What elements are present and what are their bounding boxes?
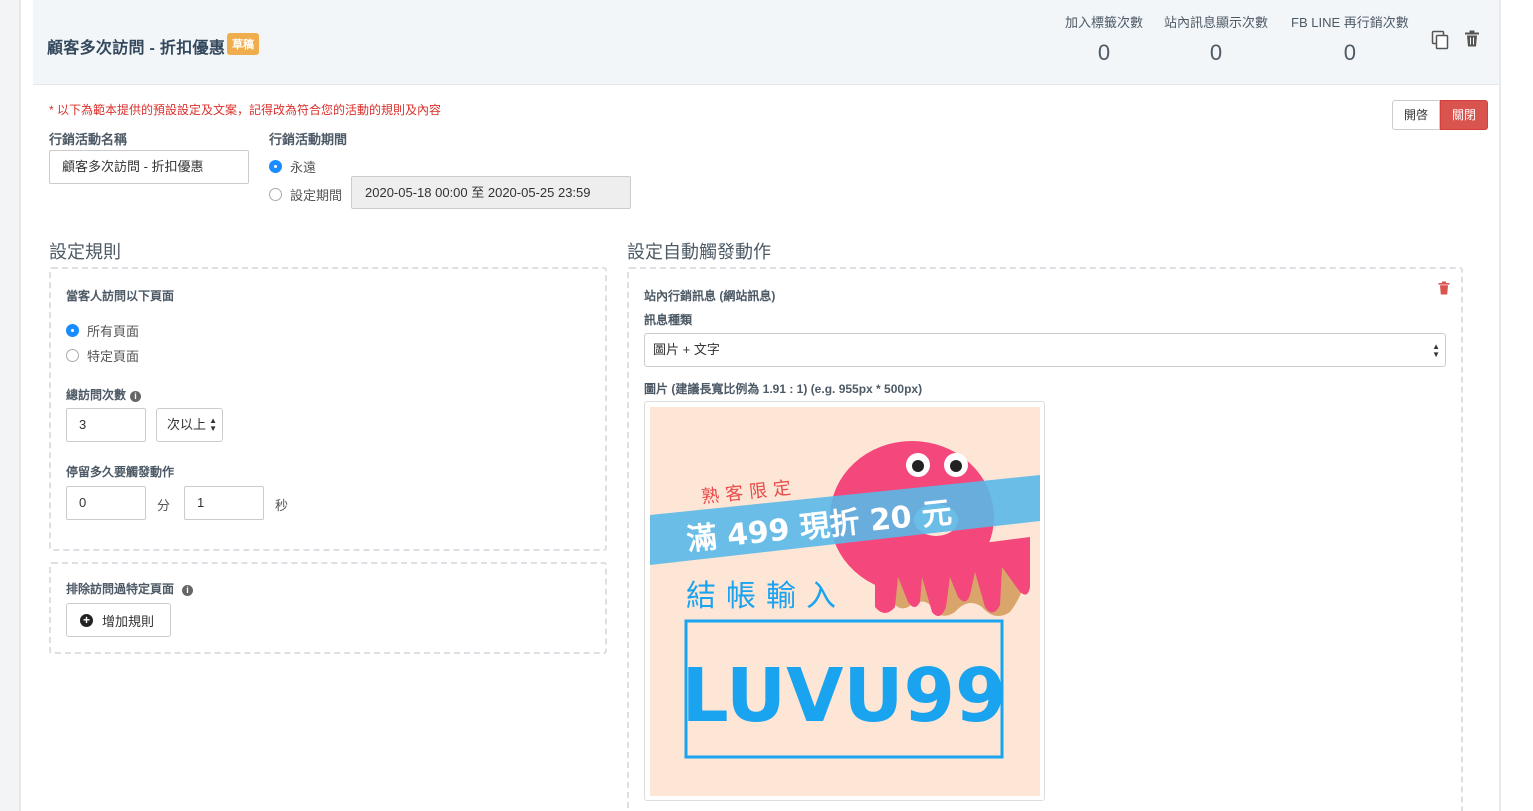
stat-label: 站內訊息顯示次數 [1164,15,1269,30]
select-value: 圖片 + 文字 [653,342,720,357]
trash-icon[interactable] [1438,281,1450,298]
draft-badge: 草稿 [227,33,259,55]
status-toggle: 開啓 關閉 [1392,100,1489,130]
stat-onsite-messages: 站內訊息顯示次數 0 [1164,12,1268,66]
visits-qualifier-select[interactable]: 次以上 ▲ ▼ [156,408,223,442]
campaign-header[interactable]: 顧客多次訪問 - 折扣優惠 草稿 加入標籤次數 0 站內訊息顯示次數 0 FB … [33,0,1499,85]
campaign-title: 顧客多次訪問 - 折扣優惠 [47,40,226,57]
select-arrows-icon: ▲ ▼ [1432,342,1440,359]
add-rule-label: 增加規則 [102,613,155,629]
copy-icon[interactable] [1431,30,1449,50]
total-visits-label: 總訪問次數 i [66,386,142,403]
all-pages-option[interactable]: 所有頁面 [66,321,139,340]
stat-label: 加入標籤次數 [1065,15,1144,30]
stay-seconds-input[interactable]: 1 [184,486,264,520]
radio-label: 設定期間 [290,188,343,203]
stay-minutes-input[interactable]: 0 [66,486,146,520]
add-rule-button[interactable]: + 增加規則 [66,603,171,637]
campaign-name-input[interactable]: 顧客多次訪問 - 折扣優惠 [49,150,249,184]
image-preview[interactable]: 熟客限定 滿 499 現折 20 元 結帳輸入 LUVU99 [644,401,1045,801]
info-icon[interactable]: i [130,391,142,402]
stay-duration-label: 停留多久要觸發動作 [66,465,175,479]
radio-checked[interactable] [269,160,282,173]
onsite-message-title: 站內行銷訊息 (網站訊息) [644,289,776,303]
visit-pages-label: 當客人訪問以下頁面 [66,289,175,303]
exclude-pages-label-text: 排除訪問過特定頁面 [66,582,175,596]
period-forever-option[interactable]: 永遠 [269,157,316,176]
stat-value: 0 [1343,40,1356,65]
period-range-input[interactable]: 2020-05-18 00:00 至 2020-05-25 23:59 [351,176,631,209]
message-type-label: 訊息種類 [644,313,693,327]
campaign-period-label: 行銷活動期間 [269,132,348,147]
stat-value: 0 [1209,40,1223,65]
page: 顧客多次訪問 - 折扣優惠 草稿 加入標籤次數 0 站內訊息顯示次數 0 FB … [0,0,1533,811]
banner-code: LUVU99 [682,653,1007,739]
right-gutter [1500,0,1533,811]
plus-circle-icon: + [80,613,93,627]
actions-section-title: 設定自動觸發動作 [627,242,771,262]
select-arrows-icon: ▲ ▼ [209,416,217,433]
seconds-unit: 秒 [275,498,289,513]
image-label: 圖片 (建議長寬比例為 1.91 : 1) (e.g. 955px * 500p… [644,382,923,396]
template-notice: * 以下為範本提供的預設設定及文案，記得改為符合您的活動的規則及內容 [49,103,442,117]
banner-image: 熟客限定 滿 499 現折 20 元 結帳輸入 LUVU99 [650,407,1040,796]
enable-button[interactable]: 開啓 [1392,100,1441,130]
radio-label: 永遠 [290,160,317,175]
specific-pages-option[interactable]: 特定頁面 [66,346,139,365]
exclude-pages-label: 排除訪問過特定頁面 i [66,580,194,597]
stat-retargeting: FB LINE 再行銷次數 0 [1291,12,1409,66]
message-type-select[interactable]: 圖片 + 文字 ▲ ▼ [644,333,1446,367]
info-icon[interactable]: i [182,585,194,596]
period-custom-option[interactable]: 設定期間 [269,185,342,204]
rules-section-title: 設定規則 [49,242,121,262]
radio-unchecked[interactable] [269,188,282,201]
stat-tags-added: 加入標籤次數 0 [1065,12,1143,66]
radio-unchecked[interactable] [66,349,79,362]
trash-icon[interactable] [1464,30,1482,50]
banner-checkout: 結帳輸入 [686,579,846,614]
campaign-name-label: 行銷活動名稱 [49,132,128,147]
disable-button[interactable]: 關閉 [1440,100,1489,130]
stat-label: FB LINE 再行銷次數 [1291,15,1409,30]
total-visits-input[interactable]: 3 [66,408,146,442]
select-value: 次以上 [167,417,207,432]
radio-checked[interactable] [66,324,79,337]
minutes-unit: 分 [157,498,171,513]
radio-label: 特定頁面 [87,349,140,364]
stat-value: 0 [1097,40,1111,65]
left-gutter [0,0,20,811]
radio-label: 所有頁面 [87,324,140,339]
total-visits-label-text: 總訪問次數 [66,388,127,402]
